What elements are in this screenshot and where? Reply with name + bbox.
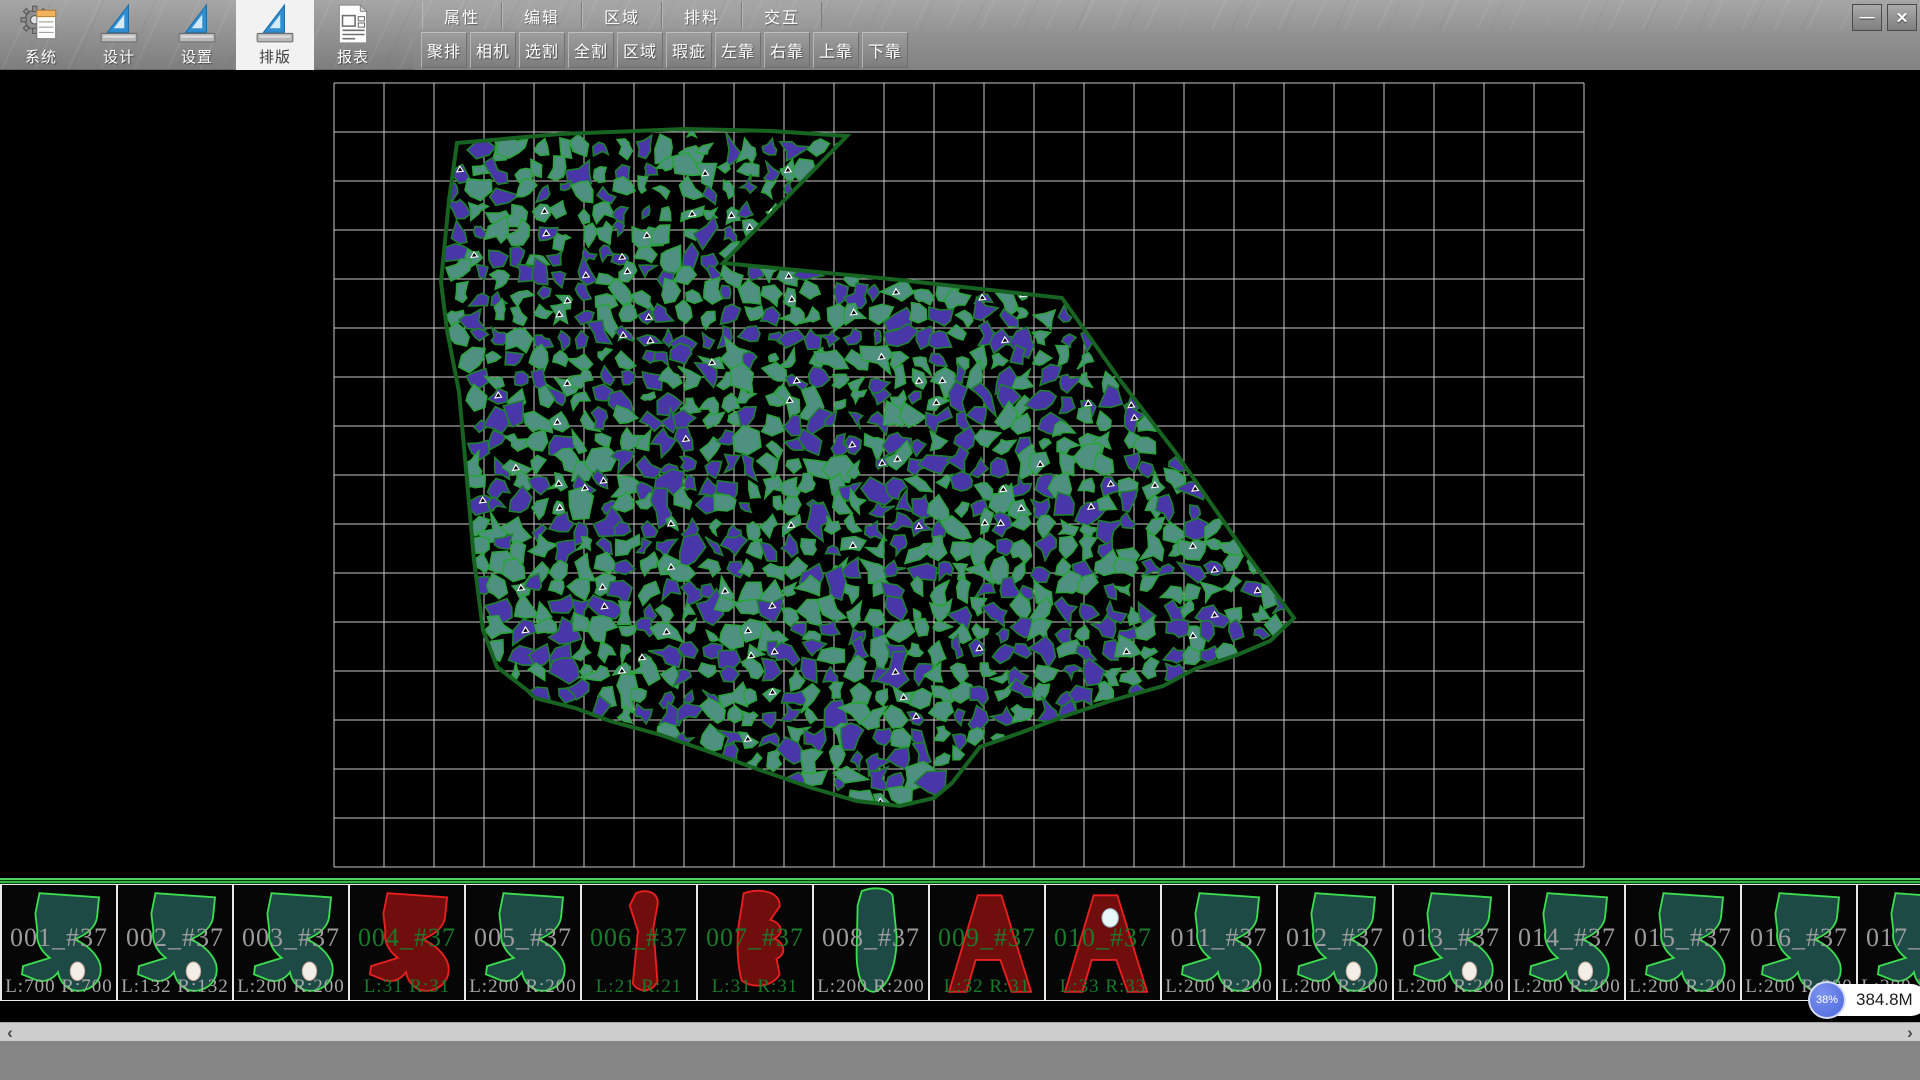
nesting-canvas-svg bbox=[0, 70, 1920, 878]
piece-lr-count: L:32 R:31 bbox=[930, 976, 1044, 998]
piece-name: 004_#37 bbox=[350, 923, 464, 953]
action-button-row: 聚排相机选割全割区域瑕疵左靠右靠上靠下靠 bbox=[421, 32, 908, 68]
piece-lr-count: L:31 R:31 bbox=[350, 976, 464, 998]
piece-thumbnail[interactable]: 007_#37 L:31 R:31 bbox=[698, 885, 814, 1000]
piece-thumbnail[interactable]: 010_#37 L:33 R:33 bbox=[1046, 885, 1162, 1000]
action-button[interactable]: 区域 bbox=[617, 32, 663, 68]
piece-lr-count: L:132 R:132 bbox=[118, 976, 232, 998]
menu-tab[interactable]: 区域 bbox=[582, 2, 662, 29]
piece-thumbnail[interactable]: 004_#37 L:31 R:31 bbox=[350, 885, 466, 1000]
piece-thumbnail[interactable]: 011_#37 L:200 R:200 bbox=[1162, 885, 1278, 1000]
piece-lr-count: L:700 R:700 bbox=[2, 976, 116, 998]
piece-name: 017_#37 bbox=[1858, 923, 1920, 953]
titlebar: 系统 设计 设置 排版 报表 属性编辑区域排料交互 聚排相机选割全割区域瑕疵左靠… bbox=[0, 0, 1920, 70]
piece-thumbnail[interactable]: 006_#37 L:21 R:21 bbox=[582, 885, 698, 1000]
action-button[interactable]: 下靠 bbox=[862, 32, 908, 68]
minimize-button[interactable]: — bbox=[1852, 4, 1882, 31]
menu-tab[interactable]: 编辑 bbox=[502, 2, 582, 29]
piece-thumbnail[interactable]: 009_#37 L:32 R:31 bbox=[930, 885, 1046, 1000]
main-button-report-doc[interactable]: 报表 bbox=[314, 0, 392, 70]
piece-name: 003_#37 bbox=[234, 923, 348, 953]
triangle-ruler-icon bbox=[176, 3, 218, 45]
triangle-ruler-icon bbox=[98, 3, 140, 45]
piece-thumbnail[interactable]: 012_#37 L:200 R:200 bbox=[1278, 885, 1394, 1000]
report-doc-icon bbox=[332, 3, 374, 45]
menu-tab[interactable]: 排料 bbox=[662, 2, 742, 29]
action-button[interactable]: 相机 bbox=[470, 32, 516, 68]
progress-circle: 38% bbox=[1808, 981, 1846, 1019]
piece-thumbnail[interactable]: 013_#37 L:200 R:200 bbox=[1394, 885, 1510, 1000]
piece-lr-count: L:200 R:200 bbox=[1162, 976, 1276, 998]
piece-lr-count: L:33 R:33 bbox=[1046, 976, 1160, 998]
action-button[interactable]: 全割 bbox=[568, 32, 614, 68]
close-button[interactable]: ✕ bbox=[1887, 4, 1917, 31]
system-gear-icon bbox=[20, 3, 62, 45]
piece-thumbnail[interactable]: 017_#37 L:200 R:200 bbox=[1858, 885, 1920, 1000]
piece-name: 007_#37 bbox=[698, 923, 812, 953]
piece-name: 011_#37 bbox=[1162, 923, 1276, 953]
piece-lr-count: L:200 R:200 bbox=[1626, 976, 1740, 998]
piece-thumbnail[interactable]: 005_#37 L:200 R:200 bbox=[466, 885, 582, 1000]
menu-tab-row: 属性编辑区域排料交互 bbox=[422, 2, 822, 29]
piece-lr-count: L:200 R:200 bbox=[1510, 976, 1624, 998]
piece-thumbnail[interactable]: 015_#37 L:200 R:200 bbox=[1626, 885, 1742, 1000]
main-button-settings-ruler[interactable]: 设置 bbox=[158, 0, 236, 70]
piece-lr-count: L:21 R:21 bbox=[582, 976, 696, 998]
piece-name: 014_#37 bbox=[1510, 923, 1624, 953]
scroll-left-button[interactable]: ‹ bbox=[0, 1023, 20, 1042]
main-button-label: 排版 bbox=[259, 46, 291, 67]
main-button-design-ruler[interactable]: 设计 bbox=[80, 0, 158, 70]
piece-lr-count: L:200 R:200 bbox=[234, 976, 348, 998]
action-button[interactable]: 右靠 bbox=[764, 32, 810, 68]
piece-lr-count: L:200 R:200 bbox=[1278, 976, 1392, 998]
app-window: 系统 设计 设置 排版 报表 属性编辑区域排料交互 聚排相机选割全割区域瑕疵左靠… bbox=[0, 0, 1920, 1080]
nesting-canvas[interactable] bbox=[0, 70, 1920, 878]
action-button[interactable]: 选割 bbox=[519, 32, 565, 68]
horizontal-scrollbar[interactable]: ‹ › bbox=[0, 1022, 1920, 1041]
piece-name: 008_#37 bbox=[814, 923, 928, 953]
piece-thumbnail[interactable]: 001_#37 L:700 R:700 bbox=[2, 885, 118, 1000]
piece-name: 002_#37 bbox=[118, 923, 232, 953]
action-button[interactable]: 聚排 bbox=[421, 32, 467, 68]
action-button[interactable]: 左靠 bbox=[715, 32, 761, 68]
piece-list-panel: 001_#37 L:700 R:700 002_#37 L:132 R:132 … bbox=[0, 884, 1920, 1001]
main-button-label: 系统 bbox=[25, 46, 57, 67]
piece-name: 013_#37 bbox=[1394, 923, 1508, 953]
piece-name: 001_#37 bbox=[2, 923, 116, 953]
piece-name: 010_#37 bbox=[1046, 923, 1160, 953]
piece-thumbnail[interactable]: 003_#37 L:200 R:200 bbox=[234, 885, 350, 1000]
piece-lr-count: L:31 R:31 bbox=[698, 976, 812, 998]
main-button-label: 设计 bbox=[103, 46, 135, 67]
piece-lr-count: L:200 R:200 bbox=[466, 976, 580, 998]
menu-tab[interactable]: 属性 bbox=[422, 2, 502, 29]
status-bar bbox=[0, 1041, 1920, 1080]
menu-tab[interactable]: 交互 bbox=[742, 2, 822, 29]
main-button-label: 设置 bbox=[181, 46, 213, 67]
main-button-system-gear[interactable]: 系统 bbox=[2, 0, 80, 70]
action-button[interactable]: 上靠 bbox=[813, 32, 859, 68]
action-button[interactable]: 瑕疵 bbox=[666, 32, 712, 68]
piece-name: 006_#37 bbox=[582, 923, 696, 953]
main-toolbar: 系统 设计 设置 排版 报表 bbox=[2, 0, 392, 70]
piece-name: 012_#37 bbox=[1278, 923, 1392, 953]
main-button-label: 报表 bbox=[337, 46, 369, 67]
piece-name: 016_#37 bbox=[1742, 923, 1856, 953]
piece-lr-count: L:200 R:200 bbox=[814, 976, 928, 998]
triangle-ruler-icon bbox=[254, 3, 296, 45]
window-controls: —✕ bbox=[1852, 4, 1917, 31]
scroll-right-button[interactable]: › bbox=[1900, 1023, 1920, 1042]
piece-thumbnail[interactable]: 002_#37 L:132 R:132 bbox=[118, 885, 234, 1000]
piece-name: 005_#37 bbox=[466, 923, 580, 953]
piece-name: 015_#37 bbox=[1626, 923, 1740, 953]
piece-thumbnail[interactable]: 016_#37 L:200 R:200 bbox=[1742, 885, 1858, 1000]
piece-thumbnail[interactable]: 008_#37 L:200 R:200 bbox=[814, 885, 930, 1000]
main-button-layout-ruler[interactable]: 排版 bbox=[236, 0, 314, 70]
piece-lr-count: L:200 R:200 bbox=[1394, 976, 1508, 998]
piece-name: 009_#37 bbox=[930, 923, 1044, 953]
piece-thumbnail[interactable]: 014_#37 L:200 R:200 bbox=[1510, 885, 1626, 1000]
